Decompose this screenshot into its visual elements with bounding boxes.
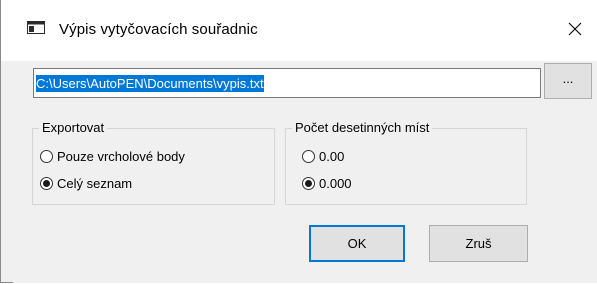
decimals-option-3[interactable]: 0.000 (302, 176, 352, 191)
ok-button[interactable]: OK (309, 225, 405, 262)
browse-button[interactable]: ... (544, 63, 592, 99)
export-option-vertices[interactable]: Pouze vrcholové body (40, 149, 185, 164)
export-groupbox: Exportovat (32, 120, 275, 205)
file-path-value: C:\Users\AutoPEN\Documents\vypis.txt (36, 74, 264, 92)
window-title: Výpis vytyčovacích souřadnic (59, 21, 258, 38)
dialog-window: Výpis vytyčovacích souřadnic C:\Users\Au… (0, 0, 597, 283)
decimals-option-2-label: 0.00 (319, 149, 345, 164)
file-path-input[interactable]: C:\Users\AutoPEN\Documents\vypis.txt (33, 68, 541, 98)
decimals-legend: Počet desetinných míst (292, 120, 433, 135)
radio-button-selected[interactable] (40, 177, 53, 190)
dialog-body: C:\Users\AutoPEN\Documents\vypis.txt ...… (13, 61, 597, 283)
close-button[interactable] (552, 0, 597, 61)
decimals-groupbox: Počet desetinných míst (285, 120, 527, 205)
export-legend: Exportovat (39, 120, 108, 135)
radio-button[interactable] (40, 150, 53, 163)
close-icon (568, 22, 582, 39)
decimals-option-3-label: 0.000 (319, 176, 352, 191)
export-option-full-list[interactable]: Celý seznam (40, 176, 132, 191)
export-option-full-list-label: Celý seznam (57, 176, 133, 191)
window-app-icon (27, 21, 45, 34)
title-bar[interactable]: Výpis vytyčovacích souřadnic (1, 0, 597, 61)
export-option-vertices-label: Pouze vrcholové body (57, 149, 185, 164)
decimals-option-2[interactable]: 0.00 (302, 149, 344, 164)
cancel-button[interactable]: Zruš (429, 225, 528, 262)
radio-button[interactable] (302, 150, 315, 163)
radio-button-selected[interactable] (302, 177, 315, 190)
